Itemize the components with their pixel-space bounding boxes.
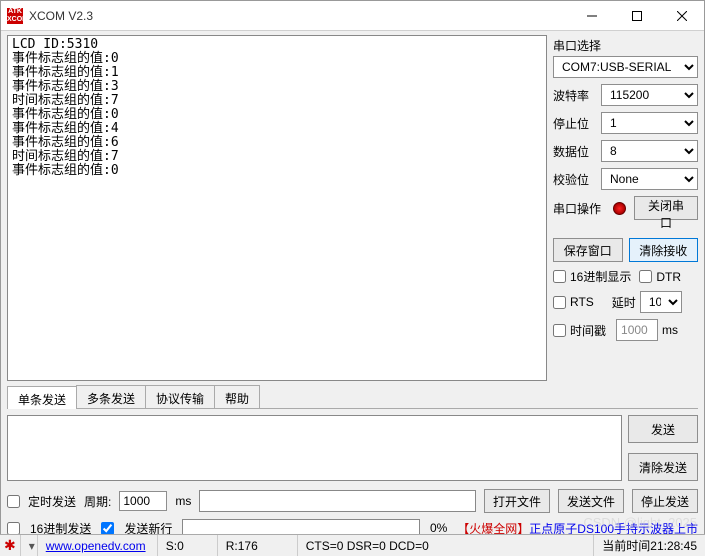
databits-select[interactable]: 8 bbox=[601, 140, 698, 162]
send-button[interactable]: 发送 bbox=[628, 415, 698, 443]
dropdown-icon[interactable]: ▾ bbox=[21, 535, 38, 556]
receive-textarea[interactable]: LCD ID:5310 事件标志组的值:0 事件标志组的值:1 事件标志组的值:… bbox=[7, 35, 547, 381]
main-area: LCD ID:5310 事件标志组的值:0 事件标志组的值:1 事件标志组的值:… bbox=[1, 31, 704, 385]
port-op-label: 串口操作 bbox=[553, 200, 603, 217]
open-file-button[interactable]: 打开文件 bbox=[484, 489, 550, 513]
delay-label: 延时 bbox=[612, 294, 636, 311]
tab-single-send[interactable]: 单条发送 bbox=[7, 386, 77, 409]
period-unit: ms bbox=[175, 494, 191, 508]
timed-send-checkbox[interactable] bbox=[7, 495, 20, 508]
hex-display-checkbox[interactable] bbox=[553, 270, 566, 283]
url-link[interactable]: www.openedv.com bbox=[46, 539, 146, 553]
send-panel: 发送 清除发送 定时发送 周期: ms 打开文件 发送文件 停止发送 16进制发… bbox=[1, 409, 704, 543]
status-time-label: 当前时间 bbox=[602, 537, 650, 554]
parity-label: 校验位 bbox=[553, 171, 595, 188]
baud-select[interactable]: 115200 bbox=[601, 84, 698, 106]
send-textarea[interactable] bbox=[7, 415, 622, 481]
parity-select[interactable]: None bbox=[601, 168, 698, 190]
dtr-checkbox[interactable] bbox=[639, 270, 652, 283]
close-port-button[interactable]: 关闭串口 bbox=[634, 196, 698, 220]
send-tabs: 单条发送 多条发送 协议传输 帮助 bbox=[7, 385, 698, 409]
window-title: XCOM V2.3 bbox=[29, 9, 569, 23]
serial-config-panel: 串口选择 COM7:USB-SERIAL 波特率 115200 停止位 1 数据… bbox=[549, 31, 704, 385]
send-file-button[interactable]: 发送文件 bbox=[558, 489, 624, 513]
hex-send-checkbox[interactable] bbox=[7, 522, 20, 535]
record-icon bbox=[613, 202, 626, 215]
tab-multi-send[interactable]: 多条发送 bbox=[76, 385, 146, 408]
send-newline-checkbox[interactable] bbox=[101, 522, 114, 535]
save-window-button[interactable]: 保存窗口 bbox=[553, 238, 623, 262]
minimize-button[interactable] bbox=[569, 1, 614, 30]
clear-send-button[interactable]: 清除发送 bbox=[628, 453, 698, 481]
port-label: 串口选择 bbox=[553, 37, 698, 54]
timed-send-label: 定时发送 bbox=[28, 493, 76, 510]
stop-label: 停止位 bbox=[553, 115, 595, 132]
timestamp-input bbox=[616, 319, 658, 341]
dtr-label: DTR bbox=[656, 270, 681, 284]
tab-protocol[interactable]: 协议传输 bbox=[145, 385, 215, 408]
clear-receive-button[interactable]: 清除接收 bbox=[629, 238, 699, 262]
period-label: 周期: bbox=[84, 493, 111, 510]
app-logo: ATK XCOM bbox=[7, 8, 23, 24]
gear-icon[interactable]: ✱ bbox=[4, 537, 16, 554]
stopbits-select[interactable]: 1 bbox=[601, 112, 698, 134]
titlebar: ATK XCOM XCOM V2.3 bbox=[1, 1, 704, 31]
timestamp-label: 时间戳 bbox=[570, 322, 606, 339]
delay-select[interactable]: 100 bbox=[640, 291, 682, 313]
status-received: R:176 bbox=[218, 535, 298, 556]
port-select[interactable]: COM7:USB-SERIAL bbox=[553, 56, 698, 78]
status-time-value: 21:28:45 bbox=[650, 539, 697, 553]
progress-percent: 0% bbox=[430, 521, 447, 535]
tab-help[interactable]: 帮助 bbox=[214, 385, 260, 408]
rts-label: RTS bbox=[570, 295, 594, 309]
stop-send-button[interactable]: 停止发送 bbox=[632, 489, 698, 513]
hex-display-label: 16进制显示 bbox=[570, 268, 631, 285]
status-signals: CTS=0 DSR=0 DCD=0 bbox=[298, 535, 595, 556]
timestamp-checkbox[interactable] bbox=[553, 324, 566, 337]
close-button[interactable] bbox=[659, 1, 704, 30]
timestamp-unit: ms bbox=[662, 323, 678, 337]
file-path-input[interactable] bbox=[199, 490, 476, 512]
rts-checkbox[interactable] bbox=[553, 296, 566, 309]
period-input[interactable] bbox=[119, 491, 167, 511]
baud-label: 波特率 bbox=[553, 87, 595, 104]
statusbar: ✱ ▾ www.openedv.com S:0 R:176 CTS=0 DSR=… bbox=[0, 534, 705, 556]
maximize-button[interactable] bbox=[614, 1, 659, 30]
status-sent: S:0 bbox=[158, 535, 218, 556]
data-label: 数据位 bbox=[553, 143, 595, 160]
